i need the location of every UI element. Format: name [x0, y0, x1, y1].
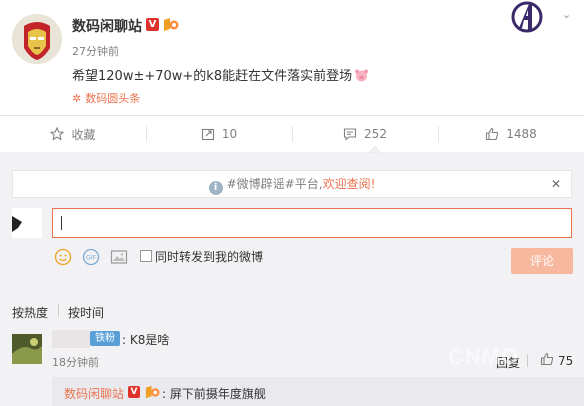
commenter-avatar[interactable]	[12, 334, 42, 364]
like-icon	[486, 127, 499, 141]
fan-badge-icon	[164, 18, 179, 31]
emoji-icon[interactable]	[54, 248, 72, 266]
repost-checkbox-label[interactable]: 同时转发到我的微博	[155, 248, 263, 265]
comment-icon	[343, 128, 357, 141]
text-cursor	[61, 216, 62, 230]
user-avatar-image	[12, 216, 22, 232]
favorite-button[interactable]: 收藏	[0, 116, 146, 152]
notice-link[interactable]: 欢迎查阅!	[323, 177, 376, 191]
like-count: 1488	[506, 127, 537, 141]
like-button[interactable]: 1488	[438, 116, 584, 152]
gif-icon[interactable]: GIF	[82, 248, 100, 266]
svg-text:GIF: GIF	[86, 255, 96, 262]
image-icon[interactable]	[110, 248, 128, 266]
fan-level-badge: 铁粉	[90, 331, 120, 346]
commenter-avatar-image	[12, 334, 42, 364]
my-avatar	[12, 208, 42, 238]
source-label: 数码圆头条	[85, 92, 141, 105]
reply-author[interactable]: 数码闲聊站	[64, 385, 124, 402]
post-text-content: 希望120w±+70w+的k8能赶在文件落实前登场	[72, 69, 353, 84]
pig-emoji-icon	[355, 69, 369, 82]
comment-text: : K8是啥	[122, 333, 170, 347]
like-icon[interactable]	[540, 352, 554, 366]
verified-icon: V	[146, 18, 159, 31]
comment-like-count: 75	[558, 354, 574, 368]
watermark: CNMO	[448, 344, 520, 369]
iron-man-avatar	[12, 14, 62, 64]
comment-time: 18分钟前	[52, 356, 99, 369]
comment-button[interactable]: 252	[292, 116, 438, 152]
star-icon	[50, 127, 65, 141]
fan-badge-icon	[145, 385, 160, 399]
repost-count: 10	[221, 127, 238, 141]
close-icon[interactable]: ✕	[551, 177, 561, 191]
author-avatar[interactable]	[12, 14, 62, 64]
comment-pointer	[369, 146, 381, 153]
commenter-name[interactable]	[52, 330, 90, 348]
divider	[527, 354, 528, 367]
sort-by-time[interactable]: 按时间	[68, 304, 104, 321]
sort-by-hot[interactable]: 按热度	[12, 304, 48, 321]
sort-divider	[58, 304, 59, 317]
post-author[interactable]: 数码闲聊站	[72, 16, 142, 36]
action-bar: 收藏 10 252 1488	[0, 116, 584, 152]
repost-icon	[201, 128, 214, 141]
rumor-notice: i #微博辟谣#平台,欢迎查阅! ✕	[12, 170, 572, 198]
comment-count: 252	[364, 127, 387, 141]
submit-comment-button[interactable]: 评论	[511, 248, 573, 274]
repost-button[interactable]: 10	[146, 116, 292, 152]
info-icon: i	[208, 181, 223, 195]
reply-text: : 屏下前摄年度旗舰	[162, 387, 266, 401]
notice-text: #微博辟谣#平台,	[226, 177, 323, 191]
verified-icon: V	[128, 386, 140, 398]
repost-checkbox[interactable]	[140, 250, 152, 262]
post-text: 希望120w±+70w+的k8能赶在文件落实前登场	[72, 65, 369, 84]
avengers-logo-icon	[511, 1, 543, 33]
post-time[interactable]: 27分钟前	[72, 43, 119, 59]
favorite-label: 收藏	[71, 127, 96, 142]
post-source[interactable]: ✲ 数码圆头条	[72, 90, 140, 106]
comment-input[interactable]	[52, 208, 572, 238]
chevron-down-icon[interactable]: ⌄	[562, 8, 571, 21]
source-icon: ✲	[72, 92, 82, 105]
